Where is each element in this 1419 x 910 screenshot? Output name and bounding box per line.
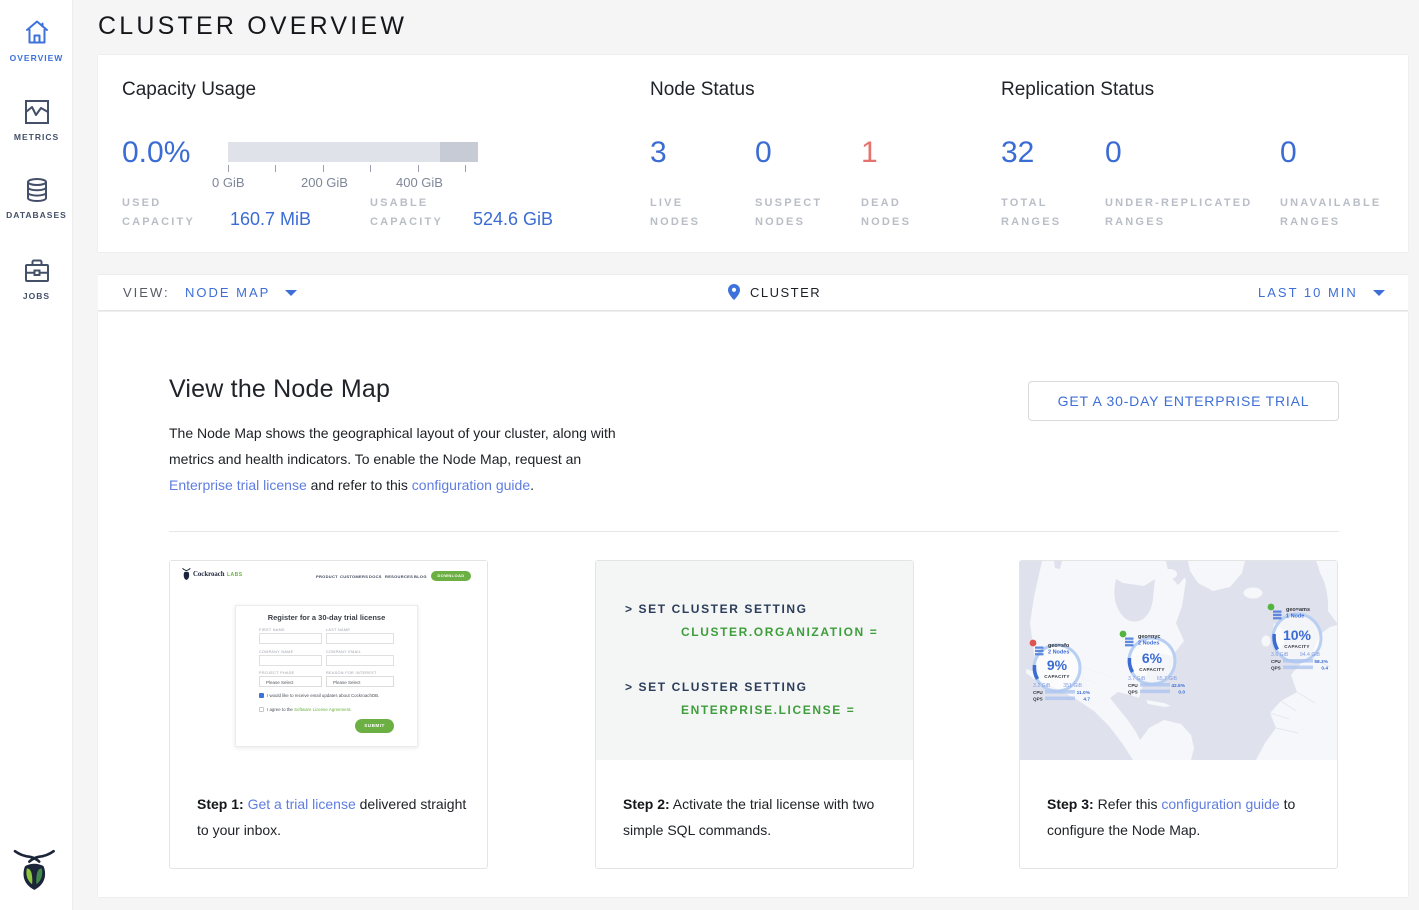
svg-text:3.6 GiB: 3.6 GiB — [1271, 652, 1289, 658]
svg-text:CPU: CPU — [1128, 683, 1138, 688]
svg-text:2 Nodes: 2 Nodes — [1048, 650, 1069, 656]
svg-text:QPS: QPS — [1128, 690, 1138, 695]
svg-text:6%: 6% — [1142, 650, 1163, 666]
svg-text:4.7: 4.7 — [1083, 697, 1090, 703]
svg-text:9%: 9% — [1047, 657, 1068, 673]
svg-text:65.7 GiB: 65.7 GiB — [1157, 676, 1178, 682]
svg-text:CAPACITY: CAPACITY — [1284, 644, 1310, 649]
svg-text:94.4 GiB: 94.4 GiB — [1300, 652, 1321, 658]
svg-text:CPU: CPU — [1271, 659, 1281, 664]
svg-text:CAPACITY: CAPACITY — [1044, 674, 1070, 679]
svg-text:geo=ams: geo=ams — [1286, 607, 1310, 613]
svg-text:QPS: QPS — [1271, 666, 1281, 671]
svg-text:10%: 10% — [1283, 627, 1312, 643]
svg-text:geo=sfo: geo=sfo — [1048, 643, 1070, 649]
svg-text:geo=nyc: geo=nyc — [1138, 634, 1160, 640]
svg-text:1 Node: 1 Node — [1286, 614, 1304, 620]
svg-text:3.7 GiB: 3.7 GiB — [1128, 676, 1146, 682]
svg-text:2 Nodes: 2 Nodes — [1138, 641, 1159, 647]
svg-text:QPS: QPS — [1033, 697, 1043, 702]
svg-text:0.0: 0.0 — [1178, 690, 1185, 696]
svg-text:42.5%: 42.5% — [1171, 683, 1185, 689]
svg-text:58.3%: 58.3% — [1314, 659, 1328, 665]
svg-text:CAPACITY: CAPACITY — [1139, 667, 1165, 672]
svg-text:351 GiB: 351 GiB — [1063, 683, 1082, 689]
svg-text:CPU: CPU — [1033, 690, 1043, 695]
svg-text:0.4: 0.4 — [1321, 666, 1328, 672]
svg-text:3.2 GiB: 3.2 GiB — [1033, 683, 1051, 689]
svg-text:11.0%: 11.0% — [1077, 690, 1091, 696]
